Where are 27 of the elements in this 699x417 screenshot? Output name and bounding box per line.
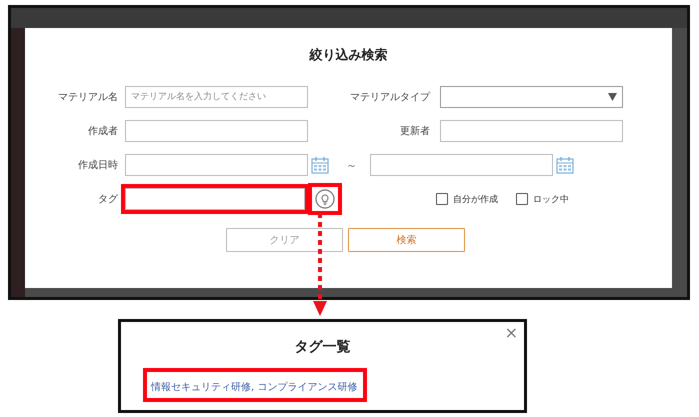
text-field[interactable]: マテリアル名を入力してください — [125, 86, 308, 108]
checkbox[interactable] — [516, 193, 528, 205]
field-label: 更新者 — [399, 124, 431, 138]
field-label: マテリアル名 — [57, 91, 119, 104]
range-separator: ～ — [346, 158, 357, 172]
calendar-icon[interactable] — [556, 156, 574, 174]
field-label: 作成者 — [87, 124, 119, 138]
search-button[interactable]: 検索 — [348, 228, 465, 252]
date-field[interactable] — [125, 154, 308, 176]
clear-button[interactable]: クリア — [226, 228, 343, 252]
field-label: タグ — [97, 193, 119, 206]
tag-list-text: 情報セキュリティ研修, コンプライアンス研修 — [151, 382, 358, 393]
dialog-title: 絞り込み検索 — [308, 46, 388, 64]
close-button[interactable]: × — [504, 323, 518, 342]
field-label: マテリアルタイプ — [349, 90, 432, 104]
popup-title: タグ一覧 — [294, 338, 352, 356]
date-field[interactable] — [370, 154, 553, 176]
dropdown[interactable] — [440, 86, 623, 108]
field-label: 作成日時 — [77, 158, 119, 172]
calendar-icon[interactable] — [311, 156, 329, 174]
text-field[interactable] — [125, 120, 308, 142]
text-field[interactable] — [440, 120, 623, 142]
caret-icon — [608, 93, 617, 101]
lightbulb-icon[interactable] — [315, 189, 335, 209]
checkbox-label: 自分が作成 — [453, 194, 498, 206]
checkbox[interactable] — [436, 193, 448, 205]
checkbox-label: ロック中 — [533, 194, 569, 206]
